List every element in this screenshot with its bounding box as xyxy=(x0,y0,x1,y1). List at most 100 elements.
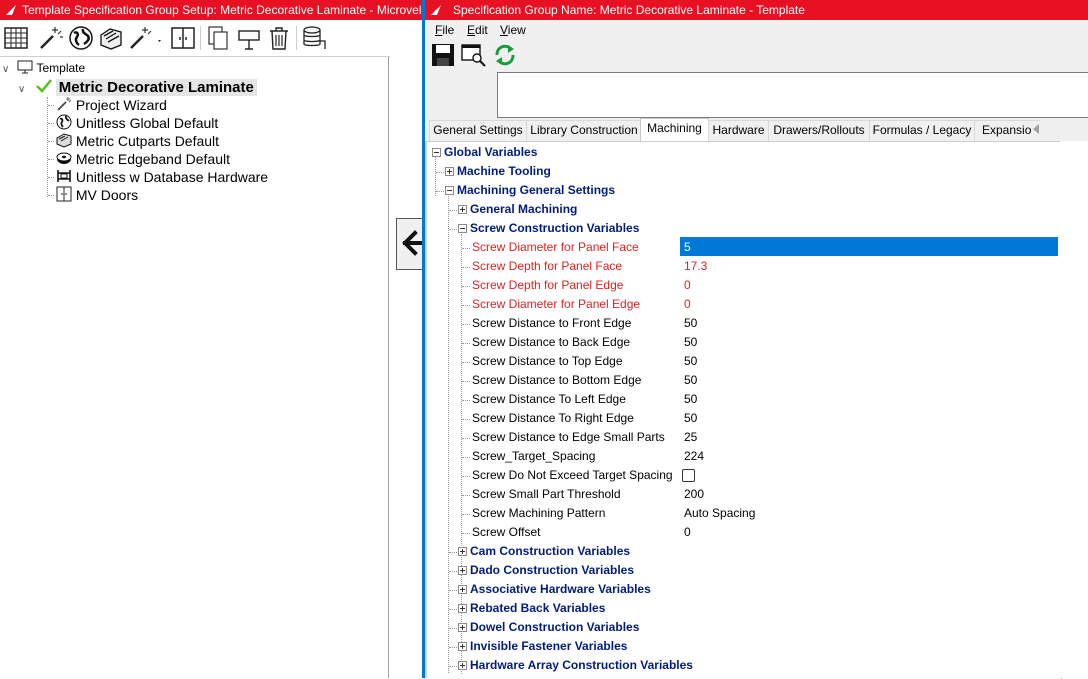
collapse-panel-button[interactable] xyxy=(396,218,425,270)
property-value[interactable]: 50 xyxy=(684,409,697,428)
property-value[interactable]: 50 xyxy=(684,371,697,390)
property-value[interactable]: 0 xyxy=(684,523,691,542)
property-name[interactable]: Screw Distance to Back Edge xyxy=(472,333,630,352)
cutparts-icon xyxy=(56,133,72,148)
tab-library-construction[interactable]: Library Construction xyxy=(526,120,642,141)
property-name[interactable]: Screw Depth for Panel Edge xyxy=(472,276,623,295)
globe-icon[interactable] xyxy=(68,24,94,52)
menu-edit[interactable]: Edit xyxy=(467,23,488,37)
tree-item-mv-doors[interactable]: MV Doors xyxy=(48,186,138,204)
tab-general-settings[interactable]: General Settings xyxy=(429,120,527,141)
property-tree-panel: Global Variables Machine Tooling Machini… xyxy=(425,141,1062,679)
group-machining-general-settings[interactable]: Machining General Settings xyxy=(457,181,615,200)
cutparts-icon[interactable] xyxy=(98,24,124,52)
group-collapsed[interactable]: Dowel Construction Variables xyxy=(470,618,639,637)
group-collapsed[interactable]: Cam Construction Variables xyxy=(470,542,630,561)
property-name[interactable]: Screw Depth for Panel Face xyxy=(472,257,622,276)
property-value[interactable]: 224 xyxy=(684,447,704,466)
group-collapsed[interactable]: Invisible Fastener Variables xyxy=(470,637,627,656)
property-value[interactable]: 17.3 xyxy=(684,257,707,276)
property-value[interactable]: 5 xyxy=(684,238,691,257)
tab-machining[interactable]: Machining xyxy=(640,118,709,142)
property-value[interactable]: 200 xyxy=(684,485,704,504)
tab-hardware[interactable]: Hardware xyxy=(708,120,769,141)
group-general-machining[interactable]: General Machining xyxy=(470,200,577,219)
property-name[interactable]: Screw Small Part Threshold xyxy=(472,485,621,504)
property-name[interactable]: Screw Diameter for Panel Edge xyxy=(472,295,640,314)
property-name[interactable]: Screw Distance to Bottom Edge xyxy=(472,371,641,390)
expand-icon[interactable] xyxy=(445,167,454,176)
group-machine-tooling[interactable]: Machine Tooling xyxy=(457,162,551,181)
expand-icon[interactable] xyxy=(458,623,467,632)
group-global-variables[interactable]: Global Variables xyxy=(444,143,537,162)
database-icon[interactable] xyxy=(301,24,327,52)
menu-view[interactable]: View xyxy=(500,23,526,37)
description-textbox[interactable] xyxy=(497,72,1088,118)
refresh-icon[interactable] xyxy=(493,43,517,67)
collapse-icon[interactable] xyxy=(458,224,467,233)
group-screw-construction-variables[interactable]: Screw Construction Variables xyxy=(470,219,639,238)
property-value[interactable]: 25 xyxy=(684,428,697,447)
menu-file[interactable]: File xyxy=(435,23,454,37)
tree-item-database-hardware[interactable]: Unitless w Database Hardware xyxy=(48,168,268,186)
move-icon[interactable] xyxy=(236,24,262,52)
tree-item-edgeband-default[interactable]: Metric Edgeband Default xyxy=(48,150,230,168)
tab-drawers-rollouts[interactable]: Drawers/Rollouts xyxy=(768,120,870,141)
property-value[interactable]: 50 xyxy=(684,333,697,352)
wand-dropdown-icon[interactable] xyxy=(127,24,165,52)
expand-icon[interactable] xyxy=(458,642,467,651)
grid-icon[interactable] xyxy=(3,24,29,52)
group-collapsed[interactable]: Hardware Array Construction Variables xyxy=(470,656,693,675)
preview-icon[interactable] xyxy=(461,43,487,67)
property-name[interactable]: Screw Offset xyxy=(472,523,540,542)
left-window-title: Template Specification Group Setup: Metr… xyxy=(22,3,424,17)
copy-icon[interactable] xyxy=(205,24,231,52)
property-name[interactable]: Screw Distance To Right Edge xyxy=(472,409,634,428)
collapse-icon[interactable] xyxy=(432,148,441,157)
property-value[interactable]: 50 xyxy=(684,390,697,409)
tree-item-label: Unitless w Database Hardware xyxy=(75,169,269,185)
property-value[interactable]: 50 xyxy=(684,314,697,333)
property-name[interactable]: Screw Distance to Top Edge xyxy=(472,352,623,371)
tree-item-selected[interactable]: ∨ Metric Decorative Laminate xyxy=(18,78,257,96)
tree-item-global-default[interactable]: Unitless Global Default xyxy=(48,114,218,132)
tab-strip: General Settings Library Construction Ma… xyxy=(425,118,1088,142)
group-collapsed[interactable]: Rebated Back Variables xyxy=(470,599,605,618)
tree-item-project-wizard[interactable]: Project Wizard xyxy=(48,96,167,114)
property-value[interactable]: 50 xyxy=(684,352,697,371)
expand-icon[interactable] xyxy=(458,585,467,594)
doors-icon[interactable] xyxy=(170,24,196,52)
property-value[interactable]: 0 xyxy=(684,276,691,295)
tab-scroll-left-icon[interactable] xyxy=(1031,122,1041,136)
expand-icon[interactable] xyxy=(458,604,467,613)
checkbox[interactable] xyxy=(682,469,695,482)
expand-icon[interactable] xyxy=(458,661,467,670)
save-icon[interactable] xyxy=(431,43,455,67)
arrow-left-icon xyxy=(402,230,423,256)
group-collapsed[interactable]: Associative Hardware Variables xyxy=(470,580,651,599)
expand-icon[interactable] xyxy=(458,547,467,556)
chevron-down-icon[interactable]: ∨ xyxy=(18,81,32,99)
property-value[interactable]: 0 xyxy=(684,295,691,314)
wizard-wand-icon[interactable] xyxy=(38,24,64,52)
property-value[interactable]: Auto Spacing xyxy=(684,504,755,523)
tab-formulas-legacy[interactable]: Formulas / Legacy xyxy=(869,120,975,141)
property-name[interactable]: Screw Distance to Front Edge xyxy=(472,314,631,333)
expand-icon[interactable] xyxy=(458,205,467,214)
property-name[interactable]: Screw Distance to Edge Small Parts xyxy=(472,428,665,447)
property-name[interactable]: Screw_Target_Spacing xyxy=(472,447,595,466)
property-name[interactable]: Screw Diameter for Panel Face xyxy=(472,238,639,257)
tree-root[interactable]: ∨ Template xyxy=(2,59,85,77)
group-collapsed[interactable]: Dado Construction Variables xyxy=(470,561,634,580)
property-name[interactable]: Screw Distance To Left Edge xyxy=(472,390,626,409)
computer-icon xyxy=(17,60,33,74)
tree-item-cutparts-default[interactable]: Metric Cutparts Default xyxy=(48,132,219,150)
expand-icon[interactable] xyxy=(458,566,467,575)
trash-icon[interactable] xyxy=(266,24,292,52)
property-name[interactable]: Screw Machining Pattern xyxy=(472,504,605,523)
collapse-icon[interactable] xyxy=(445,186,454,195)
chevron-down-icon[interactable]: ∨ xyxy=(2,61,14,79)
doors-icon xyxy=(56,186,72,202)
right-toolbar xyxy=(425,40,1088,70)
property-name[interactable]: Screw Do Not Exceed Target Spacing xyxy=(472,466,673,485)
